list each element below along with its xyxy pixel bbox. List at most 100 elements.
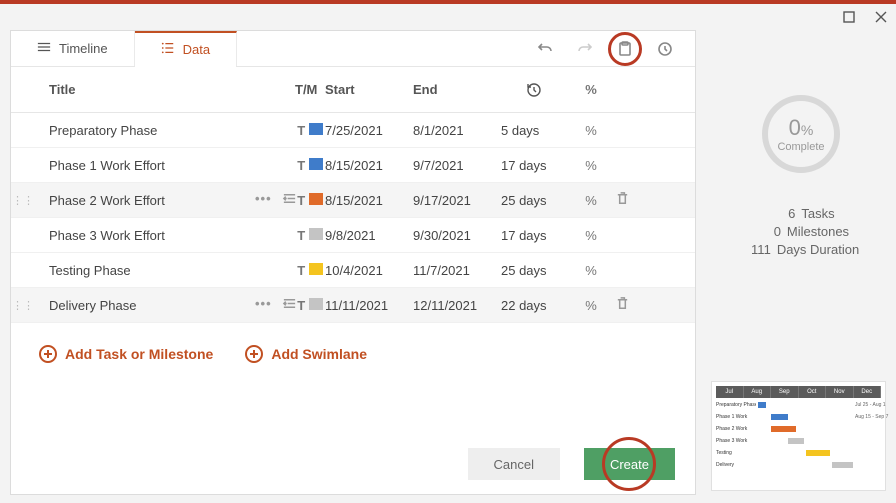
row-pct: %	[567, 123, 615, 138]
row-end: 12/11/2021	[413, 298, 501, 313]
stat-dur-n: 111	[743, 242, 771, 257]
window-titlebar	[0, 0, 896, 30]
more-icon[interactable]: •••	[255, 191, 272, 209]
preview-month: Dec	[854, 386, 882, 398]
footer: Cancel Create	[468, 448, 676, 480]
add-swimlane-label: Add Swimlane	[271, 346, 367, 362]
row-title: Phase 3 Work Effort	[35, 228, 255, 243]
list-icon	[161, 41, 175, 58]
preview-label: Preparatory Phase	[716, 402, 756, 408]
progress-label: Complete	[777, 141, 824, 153]
stats: 6 Tasks 0 Milestones 111 Days Duration	[716, 206, 886, 257]
row-duration: 17 days	[501, 228, 567, 243]
table-row[interactable]: ⋮⋮Preparatory Phase•••T 7/25/20218/1/202…	[11, 113, 695, 148]
tab-data[interactable]: Data	[135, 31, 237, 66]
preview-month: Aug	[744, 386, 772, 398]
cancel-button[interactable]: Cancel	[468, 448, 560, 480]
drag-handle-icon[interactable]: ⋮⋮	[11, 194, 35, 207]
row-title: Phase 2 Work Effort	[35, 193, 255, 208]
row-pct: %	[567, 193, 615, 208]
col-end: End	[413, 82, 501, 97]
preview-month: Oct	[799, 386, 827, 398]
preview-label: Delivery	[716, 462, 756, 468]
close-icon[interactable]	[874, 10, 888, 24]
table-body: ⋮⋮ Preparatory Phase ••• T 7/25/20218/1/202…	[11, 113, 695, 323]
table-row[interactable]: ⋮⋮Phase 1 Work Effort•••T 8/15/20219/7/2…	[11, 148, 695, 183]
delete-icon[interactable]	[615, 191, 655, 209]
tab-timeline[interactable]: Timeline	[11, 31, 135, 66]
row-tm: T	[295, 298, 325, 313]
row-actions: •••	[255, 191, 295, 209]
clipboard-icon[interactable]	[611, 35, 639, 63]
row-tm: T	[295, 158, 325, 173]
preview-label: Phase 2 Work	[716, 426, 756, 432]
row-title: Testing Phase	[35, 263, 255, 278]
progress-donut: 0% Complete	[757, 90, 845, 178]
add-row: Add Task or Milestone Add Swimlane	[11, 323, 695, 385]
stat-tasks: Tasks	[801, 206, 834, 221]
preview-label: Testing	[716, 450, 756, 456]
preview-row: Testing	[716, 447, 881, 458]
row-title: Preparatory Phase	[35, 123, 255, 138]
gantt-preview: JulAugSepOctNovDec Preparatory PhaseJul …	[711, 381, 886, 491]
col-duration-icon	[501, 82, 567, 98]
toolbar	[531, 31, 695, 66]
tab-data-label: Data	[183, 42, 210, 57]
row-duration: 22 days	[501, 298, 567, 313]
add-task-label: Add Task or Milestone	[65, 346, 213, 362]
table-header: Title T/M Start End %	[11, 67, 695, 113]
row-duration: 25 days	[501, 193, 567, 208]
timeline-icon	[37, 40, 51, 57]
row-tm: T	[295, 123, 325, 138]
stat-dur: Days Duration	[777, 242, 859, 257]
row-start: 8/15/2021	[325, 158, 413, 173]
table-row[interactable]: ⋮⋮Testing Phase•••T 10/4/202111/7/202125…	[11, 253, 695, 288]
table-row[interactable]: ⋮⋮Phase 2 Work Effort••• T 8/15/20219/17/…	[11, 183, 695, 218]
add-swimlane-button[interactable]: Add Swimlane	[245, 345, 367, 363]
row-pct: %	[567, 298, 615, 313]
row-tm: T	[295, 228, 325, 243]
col-tm: T/M	[295, 82, 325, 97]
preview-row: Delivery	[716, 459, 881, 470]
tabs-row: Timeline Data	[11, 31, 695, 67]
row-end: 9/30/2021	[413, 228, 501, 243]
preview-label: Phase 3 Work	[716, 438, 756, 444]
row-tm: T	[295, 193, 325, 208]
preview-row: Phase 1 Work Aug 15 - Sep 7	[716, 411, 881, 422]
preview-row: Phase 2 Work	[716, 423, 881, 434]
redo-icon[interactable]	[571, 35, 599, 63]
row-end: 9/17/2021	[413, 193, 501, 208]
undo-icon[interactable]	[531, 35, 559, 63]
more-icon[interactable]: •••	[255, 296, 272, 314]
table-row[interactable]: ⋮⋮Delivery Phase••• T 11/11/202112/11/202…	[11, 288, 695, 323]
row-end: 8/1/2021	[413, 123, 501, 138]
row-pct: %	[567, 263, 615, 278]
progress-unit: %	[801, 122, 813, 138]
row-end: 9/7/2021	[413, 158, 501, 173]
table-row[interactable]: ⋮⋮Phase 3 Work Effort•••T 9/8/20219/30/2…	[11, 218, 695, 253]
row-pct: %	[567, 228, 615, 243]
stat-tasks-n: 6	[767, 206, 795, 221]
stat-ms-n: 0	[753, 224, 781, 239]
row-duration: 5 days	[501, 123, 567, 138]
delete-icon[interactable]	[615, 296, 655, 314]
preview-dates: Aug 15 - Sep 7	[855, 414, 881, 420]
history-icon[interactable]	[651, 35, 679, 63]
preview-label: Phase 1 Work	[716, 414, 756, 420]
col-title: Title	[35, 82, 255, 97]
maximize-icon[interactable]	[842, 10, 856, 24]
row-title: Phase 1 Work Effort	[35, 158, 255, 173]
row-pct: %	[567, 158, 615, 173]
add-task-button[interactable]: Add Task or Milestone	[39, 345, 213, 363]
stat-ms: Milestones	[787, 224, 849, 239]
preview-month: Nov	[826, 386, 854, 398]
create-button[interactable]: Create	[584, 448, 675, 480]
row-start: 7/25/2021	[325, 123, 413, 138]
row-duration: 25 days	[501, 263, 567, 278]
drag-handle-icon[interactable]: ⋮⋮	[11, 299, 35, 312]
main-pane: Timeline Data Title T/M Start End % ⋮⋮ Pr…	[10, 30, 696, 495]
row-title: Delivery Phase	[35, 298, 255, 313]
row-start: 8/15/2021	[325, 193, 413, 208]
row-duration: 17 days	[501, 158, 567, 173]
row-start: 11/11/2021	[325, 298, 413, 313]
